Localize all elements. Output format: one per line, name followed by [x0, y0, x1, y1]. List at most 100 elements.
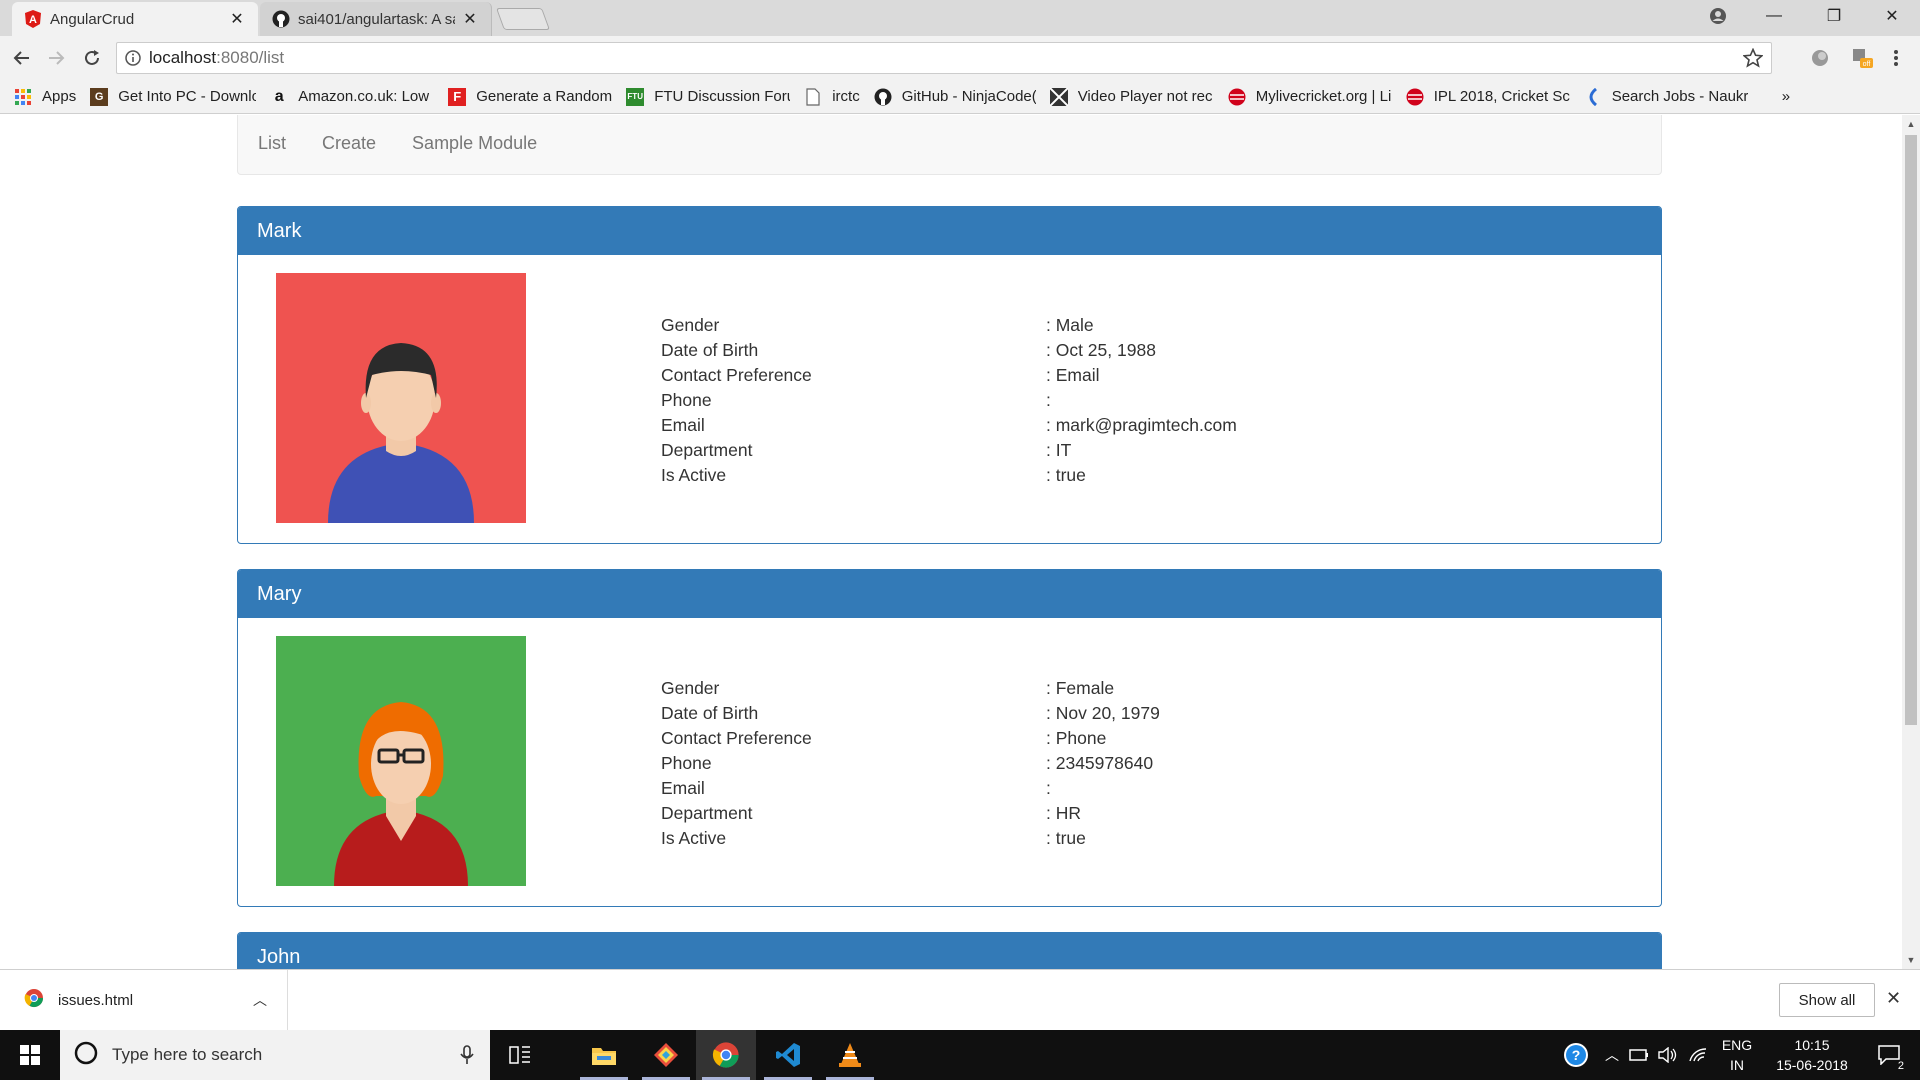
vscode-icon[interactable]	[758, 1030, 818, 1080]
tab-title: sai401/angulartask: A sam	[298, 10, 455, 28]
page-scrollbar[interactable]: ▲ ▼	[1902, 115, 1920, 969]
close-window-icon[interactable]: ✕	[1864, 0, 1920, 32]
address-bar[interactable]: localhost:8080/list	[116, 42, 1772, 74]
f-logo-icon: F	[448, 87, 467, 106]
cortana-circle-icon	[74, 1041, 98, 1070]
taskbar-search-box[interactable]: Type here to search	[60, 1030, 490, 1080]
extension-off-icon[interactable]: off	[1850, 46, 1874, 70]
info-row-department: Department: IT	[661, 440, 1072, 460]
naukri-icon	[1584, 87, 1602, 106]
bookmark-video-player[interactable]: Video Player not rec	[1049, 87, 1214, 106]
tab-github-angulartask[interactable]: sai401/angulartask: A sam ✕	[260, 2, 492, 36]
chevron-up-icon[interactable]: ︿	[1600, 1030, 1624, 1080]
ftu-icon: FTU	[626, 87, 645, 106]
employee-info-list: Gender: Male Date of Birth: Oct 25, 1988…	[661, 313, 1237, 488]
info-row-contact-preference: Contact Preference: Phone	[661, 728, 1107, 748]
bookmark-github-ninjacode[interactable]: GitHub - NinjaCode(	[874, 88, 1036, 106]
bookmark-ipl[interactable]: IPL 2018, Cricket Sco	[1406, 88, 1570, 106]
bookmark-random[interactable]: F Generate a Random	[448, 87, 612, 106]
language-indicator[interactable]: ENG IN	[1714, 1035, 1760, 1075]
bookmark-mylivecricket[interactable]: Mylivecricket.org | Li	[1228, 88, 1392, 106]
windows-taskbar: Type here to search ? ︿ ENG IN 10:15 15-…	[0, 1030, 1920, 1080]
search-placeholder: Type here to search	[112, 1045, 263, 1064]
info-row-gender: Gender: Female	[661, 678, 1115, 698]
info-icon[interactable]	[125, 50, 141, 66]
tab-strip: A AngularCrud ✕ sai401/angulartask: A sa…	[0, 0, 1920, 36]
close-tab-icon[interactable]: ✕	[228, 10, 246, 28]
amazon-icon: a	[274, 87, 284, 105]
minimize-icon[interactable]: —	[1746, 0, 1802, 32]
download-item[interactable]: issues.html ︿	[0, 970, 288, 1030]
info-row-dob: Date of Birth: Nov 20, 1979	[661, 703, 1160, 723]
bookmark-star-icon[interactable]	[1742, 47, 1764, 73]
bookmarks-overflow-button[interactable]: »	[1782, 88, 1790, 105]
employee-panel: Mark Gender: Male Date of Birth: Oct 25,…	[237, 206, 1662, 544]
back-arrow-icon[interactable]	[10, 46, 34, 70]
github-icon	[272, 10, 290, 28]
extension-icon[interactable]	[1808, 46, 1832, 70]
employee-panel: Mary Gender: Female Date of Birth: Nov 2…	[237, 569, 1662, 907]
clock[interactable]: 10:15 15-06-2018	[1764, 1035, 1860, 1075]
angular-icon: A	[24, 10, 42, 28]
bookmark-ftu[interactable]: FTU FTU Discussion Foru	[626, 87, 790, 106]
bookmark-irctc[interactable]: irctc	[804, 87, 860, 106]
nav-link-sample-module[interactable]: Sample Module	[412, 133, 537, 154]
forward-arrow-icon[interactable]	[44, 46, 68, 70]
restore-icon[interactable]: ❐	[1806, 0, 1862, 32]
info-row-department: Department: HR	[661, 803, 1081, 823]
bookmarks-bar: Apps G Get Into PC - Downlo a Amazon.co.…	[0, 80, 1920, 114]
apps-grid-icon	[14, 88, 32, 106]
wifi-icon[interactable]	[1684, 1030, 1712, 1080]
close-tab-icon[interactable]: ✕	[461, 10, 479, 28]
battery-icon[interactable]	[1626, 1030, 1652, 1080]
bookmark-getintopc[interactable]: G Get Into PC - Downlo	[90, 87, 256, 106]
close-download-shelf-icon[interactable]: ✕	[1886, 988, 1901, 1009]
employee-details: Gender: Male Date of Birth: Oct 25, 1988…	[238, 255, 1661, 543]
info-row-dob: Date of Birth: Oct 25, 1988	[661, 340, 1156, 360]
help-tray-icon[interactable]: ?	[1556, 1030, 1596, 1080]
volume-icon[interactable]	[1654, 1030, 1682, 1080]
notification-count: 2	[1895, 1060, 1906, 1072]
scroll-down-arrow-icon[interactable]: ▼	[1906, 955, 1916, 965]
nav-link-list[interactable]: List	[258, 133, 286, 154]
git-kraken-icon[interactable]	[636, 1030, 696, 1080]
chevron-up-icon[interactable]: ︿	[253, 990, 267, 1010]
info-row-phone: Phone: 2345978640	[661, 753, 1154, 773]
new-tab-button[interactable]	[495, 8, 551, 30]
cricket-icon	[1406, 88, 1424, 106]
employee-name: Mary	[238, 570, 1661, 618]
bookmark-amazon[interactable]: a Amazon.co.uk: Low P	[270, 88, 434, 106]
scroll-up-arrow-icon[interactable]: ▲	[1906, 119, 1916, 129]
employee-photo	[276, 636, 526, 886]
microphone-icon[interactable]	[460, 1045, 474, 1070]
show-all-downloads-button[interactable]: Show all	[1779, 983, 1875, 1017]
info-row-email: Email:	[661, 778, 1051, 798]
profile-icon[interactable]	[1690, 0, 1746, 32]
chrome-taskbar-icon[interactable]	[696, 1030, 756, 1080]
chrome-icon	[24, 988, 44, 1013]
reload-icon[interactable]	[80, 46, 104, 70]
page-icon	[804, 87, 822, 106]
scrollbar-thumb[interactable]	[1905, 135, 1917, 725]
task-view-icon[interactable]	[490, 1030, 550, 1080]
cricket-icon	[1228, 88, 1246, 106]
tab-title: AngularCrud	[50, 10, 135, 28]
vlc-icon[interactable]	[820, 1030, 880, 1080]
info-row-contact-preference: Contact Preference: Email	[661, 365, 1100, 385]
nav-link-create[interactable]: Create	[322, 133, 376, 154]
download-file-name: issues.html	[58, 991, 134, 1009]
browser-toolbar: localhost:8080/list off	[0, 36, 1920, 80]
notification-center-icon[interactable]: 2	[1864, 1030, 1914, 1080]
video-icon	[1049, 87, 1068, 106]
bookmark-apps[interactable]: Apps	[14, 88, 76, 106]
windows-start-icon[interactable]	[0, 1030, 60, 1080]
bookmark-naukri[interactable]: Search Jobs - Naukri	[1584, 87, 1748, 106]
info-row-gender: Gender: Male	[661, 315, 1094, 335]
tab-angularcrud[interactable]: A AngularCrud ✕	[12, 2, 258, 36]
file-explorer-icon[interactable]	[574, 1030, 634, 1080]
chrome-menu-icon[interactable]	[1884, 46, 1908, 70]
employee-panel: John	[237, 932, 1662, 969]
svg-text:?: ?	[1572, 1047, 1581, 1063]
getintopc-icon: G	[90, 87, 109, 106]
employee-photo	[276, 273, 526, 523]
